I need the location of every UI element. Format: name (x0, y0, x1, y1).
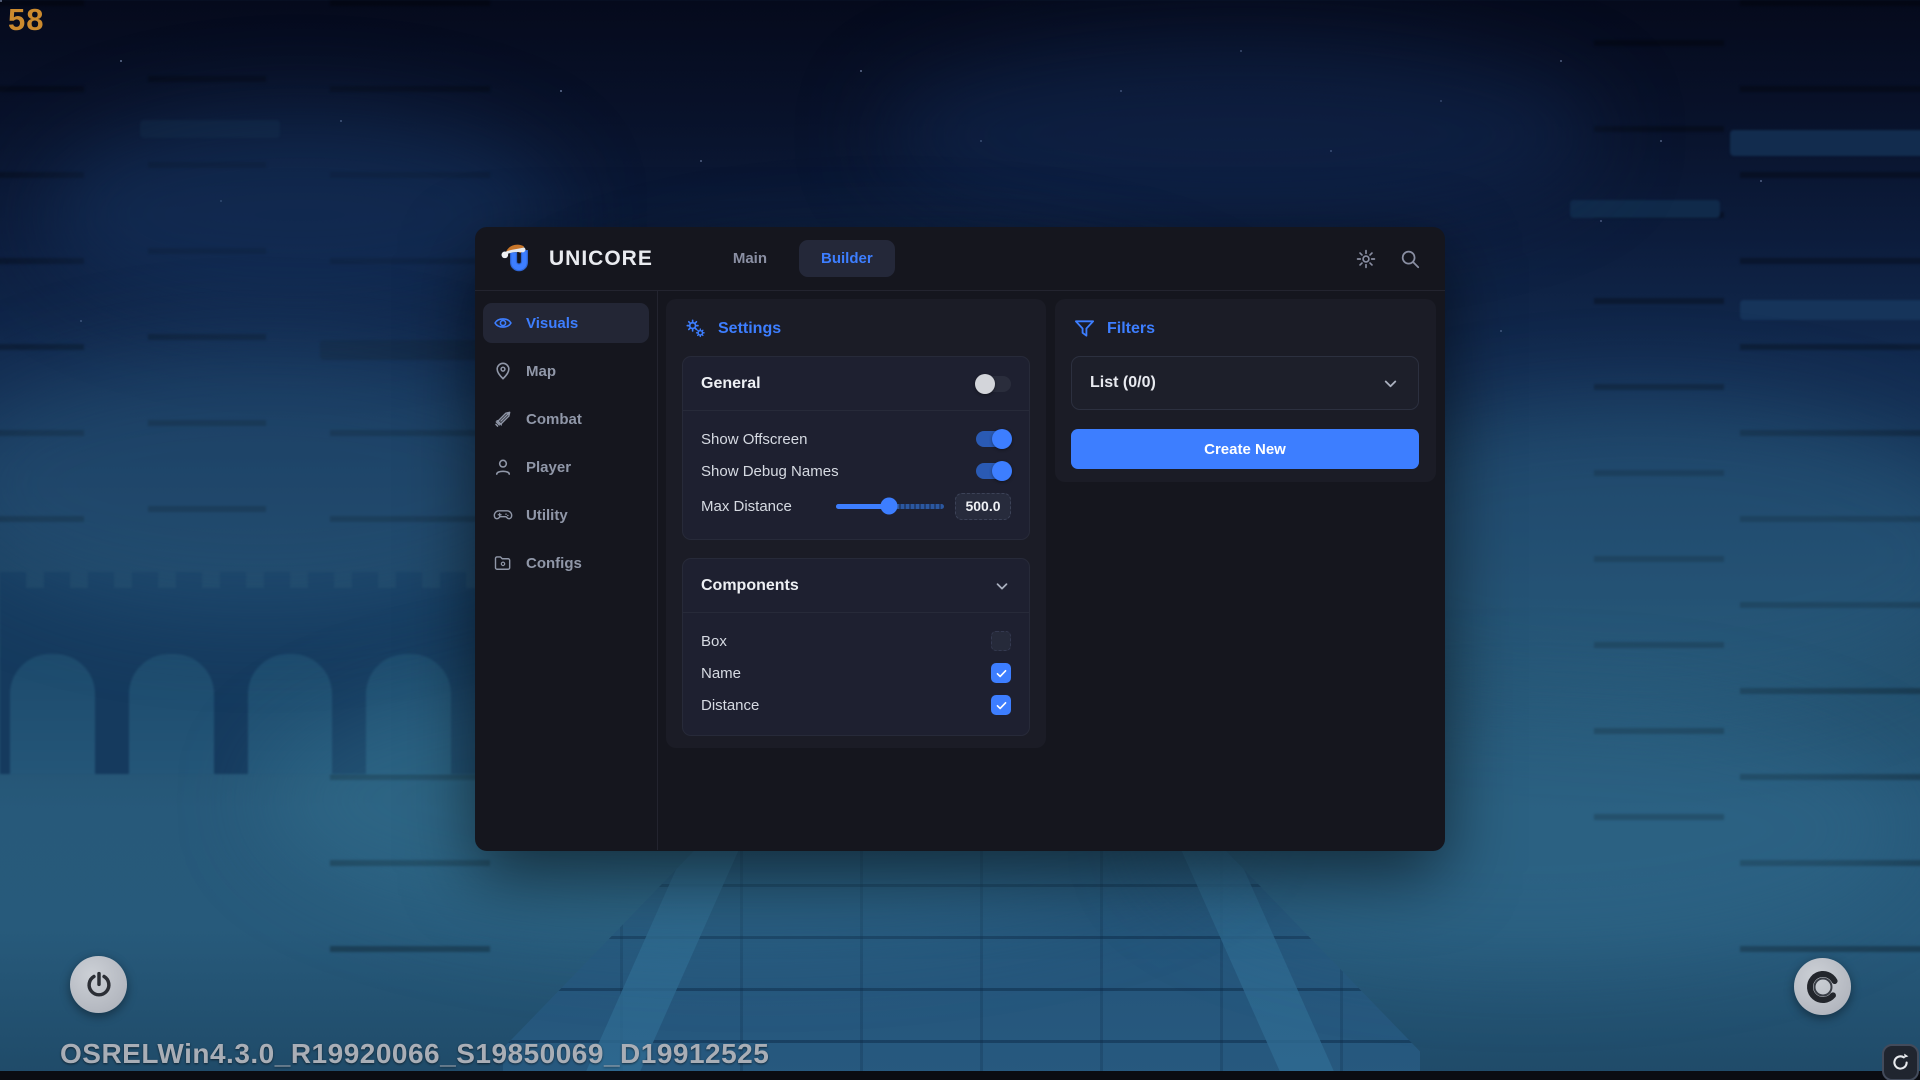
setting-row-max-distance: Max Distance 500.0 (701, 487, 1011, 525)
filters-panel: Filters List (0/0) Create New (1055, 299, 1436, 482)
check-icon (995, 667, 1008, 680)
power-button[interactable] (70, 956, 127, 1013)
bottom-letterbox (0, 1071, 1920, 1080)
sidebar-label: Visuals (526, 315, 578, 332)
setting-row-show-debug-names: Show Debug Names (701, 455, 1011, 487)
filters-panel-title: Filters (1073, 317, 1420, 340)
settings-panel-title: Settings (684, 317, 1030, 340)
settings-panel: Settings General Show Offscreen (666, 299, 1046, 748)
sidebar-label: Combat (526, 411, 582, 428)
dropdown-value: List (0/0) (1090, 374, 1156, 392)
panel-title-text: Settings (718, 320, 781, 338)
refresh-icon (1890, 1052, 1911, 1073)
general-card: General Show Offscreen Show Debug Names (682, 356, 1030, 540)
refresh-button[interactable] (1882, 1044, 1919, 1080)
name-checkbox[interactable] (991, 663, 1011, 683)
component-label: Name (701, 665, 741, 682)
setting-label: Show Debug Names (701, 463, 839, 480)
chevron-down-icon (1381, 374, 1400, 393)
gears-icon (684, 317, 707, 340)
sidebar-label: Map (526, 363, 556, 380)
component-row-distance: Distance (701, 689, 1011, 721)
sidebar: Visuals Map Combat (475, 291, 658, 850)
filter-icon (1073, 317, 1096, 340)
builder-content: Settings General Show Offscreen (658, 291, 1445, 850)
cloud (880, 40, 1600, 230)
unicore-window: UNICORE Main Builder Visuals (475, 227, 1445, 851)
chevron-down-icon (993, 577, 1011, 595)
pillar-ledge (1570, 200, 1720, 218)
power-icon (83, 969, 115, 1001)
sidebar-label: Configs (526, 555, 582, 572)
setting-label: Max Distance (701, 498, 792, 515)
components-section-header[interactable]: Components (683, 559, 1029, 612)
max-distance-value[interactable]: 500.0 (955, 493, 1011, 520)
sidebar-item-map[interactable]: Map (483, 351, 649, 391)
component-row-box: Box (701, 625, 1011, 657)
search-icon[interactable] (1399, 248, 1421, 270)
filter-list-dropdown[interactable]: List (0/0) (1071, 356, 1419, 410)
fps-counter: 58 (8, 2, 44, 38)
components-card: Components Box Name (682, 558, 1030, 736)
sidebar-item-player[interactable]: Player (483, 447, 649, 487)
max-distance-slider[interactable] (836, 504, 944, 509)
general-label: General (701, 375, 761, 393)
components-label: Components (701, 577, 799, 595)
person-icon (493, 457, 513, 477)
create-new-button[interactable]: Create New (1071, 429, 1419, 469)
setting-row-show-offscreen: Show Offscreen (701, 423, 1011, 455)
map-pin-icon (493, 361, 513, 381)
build-version-text: OSRELWin4.3.0_R19920066_S19850069_D19912… (60, 1038, 769, 1070)
setting-label: Show Offscreen (701, 431, 807, 448)
show-offscreen-toggle[interactable] (976, 431, 1011, 447)
sidebar-label: Player (526, 459, 571, 476)
slider-knob[interactable] (880, 498, 897, 515)
tab-builder[interactable]: Builder (799, 240, 895, 277)
header-tabs: Main Builder (711, 240, 895, 277)
tab-main[interactable]: Main (711, 240, 789, 277)
pillar-ledge (1730, 130, 1920, 156)
gear-icon[interactable] (1355, 248, 1377, 270)
sword-icon (493, 409, 513, 429)
sidebar-item-visuals[interactable]: Visuals (483, 303, 649, 343)
gamepad-icon (493, 505, 513, 525)
panel-title-text: Filters (1107, 320, 1155, 338)
sidebar-label: Utility (526, 507, 568, 524)
eye-icon (493, 313, 513, 333)
folder-gear-icon (493, 553, 513, 573)
general-toggle[interactable] (976, 376, 1011, 392)
lens-button[interactable] (1794, 958, 1851, 1015)
show-debug-names-toggle[interactable] (976, 463, 1011, 479)
sidebar-item-utility[interactable]: Utility (483, 495, 649, 535)
check-icon (995, 699, 1008, 712)
window-header: UNICORE Main Builder (475, 227, 1445, 291)
component-row-name: Name (701, 657, 1011, 689)
box-checkbox[interactable] (991, 631, 1011, 651)
sidebar-item-combat[interactable]: Combat (483, 399, 649, 439)
distance-checkbox[interactable] (991, 695, 1011, 715)
unicore-logo (499, 239, 539, 279)
pillar-ledge (1740, 300, 1920, 320)
component-label: Box (701, 633, 727, 650)
component-label: Distance (701, 697, 759, 714)
general-section-header[interactable]: General (683, 357, 1029, 410)
brand-title: UNICORE (549, 247, 653, 271)
lens-icon (1803, 967, 1843, 1007)
sidebar-item-configs[interactable]: Configs (483, 543, 649, 583)
